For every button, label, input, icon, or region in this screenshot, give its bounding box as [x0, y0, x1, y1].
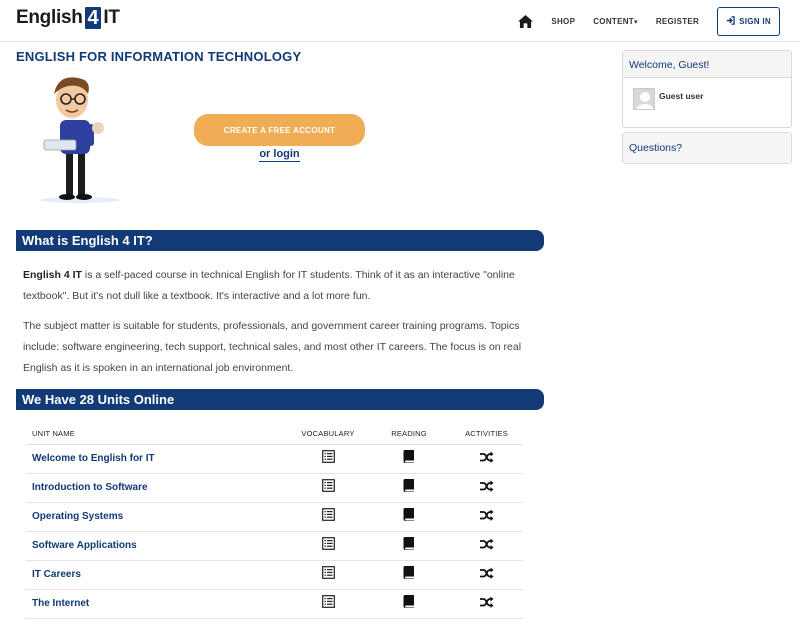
unit-link[interactable]: Software Applications — [32, 540, 137, 551]
reading-book-icon[interactable] — [403, 594, 415, 608]
vocabulary-list-icon[interactable] — [321, 478, 335, 492]
avatar — [633, 88, 655, 110]
site-logo[interactable]: English 4 IT — [16, 7, 120, 29]
unit-name-cell: Welcome to English for IT — [26, 444, 288, 474]
table-row: IT Careers — [26, 560, 523, 590]
mascot-illustration — [38, 72, 128, 204]
reading-cell — [368, 589, 450, 619]
or-login-wrap: or login — [194, 148, 365, 162]
logo-text-4: 4 — [84, 7, 102, 29]
create-account-button[interactable]: CREATE A FREE ACCOUNT — [194, 114, 365, 146]
reading-book-icon[interactable] — [403, 507, 415, 521]
table-row: Welcome to English for IT — [26, 444, 523, 474]
activities-cell — [450, 444, 523, 474]
unit-name-cell: Software Applications — [26, 531, 288, 561]
page-title: ENGLISH FOR INFORMATION TECHNOLOGY — [16, 49, 302, 64]
reading-cell — [368, 502, 450, 532]
unit-link[interactable]: IT Careers — [32, 569, 81, 580]
vocabulary-list-icon[interactable] — [321, 594, 335, 608]
welcome-panel: Welcome, Guest! Guest user — [622, 50, 792, 128]
unit-name-cell: The Internet — [26, 589, 288, 619]
table-row: Introduction to Software — [26, 473, 523, 503]
unit-name-cell: IT Careers — [26, 560, 288, 590]
vocabulary-list-icon[interactable] — [321, 449, 335, 463]
user-name: Guest user — [659, 91, 704, 101]
unit-name-cell: Introduction to Software — [26, 473, 288, 503]
activities-cell — [450, 502, 523, 532]
activities-shuffle-icon[interactable] — [479, 596, 494, 608]
activities-shuffle-icon[interactable] — [479, 480, 494, 492]
reading-cell — [368, 560, 450, 590]
col-reading: READING — [368, 423, 450, 445]
unit-link[interactable]: Introduction to Software — [32, 482, 148, 493]
questions-link[interactable]: Questions? — [623, 133, 791, 163]
units-table-body: Welcome to English for IT Introduction to… — [26, 444, 523, 619]
unit-link[interactable]: Welcome to English for IT — [32, 453, 155, 464]
caret-down-icon: ▾ — [633, 18, 638, 26]
reading-cell — [368, 444, 450, 474]
activities-cell — [450, 531, 523, 561]
main-nav: SHOP CONTENT▾ REGISTER SIGN IN — [517, 6, 780, 36]
vocabulary-cell — [288, 589, 368, 619]
units-heading: We Have 28 Units Online — [16, 389, 544, 410]
reading-book-icon[interactable] — [403, 449, 415, 463]
vocabulary-cell — [288, 560, 368, 590]
user-info: Guest user — [623, 78, 791, 127]
reading-book-icon[interactable] — [403, 565, 415, 579]
vocabulary-cell — [288, 502, 368, 532]
sign-in-label: SIGN IN — [739, 16, 771, 26]
welcome-heading: Welcome, Guest! — [623, 51, 791, 78]
col-activities: ACTIVITIES — [450, 423, 523, 445]
reading-book-icon[interactable] — [403, 536, 415, 550]
top-navbar: English 4 IT SHOP CONTENT▾ REGISTER SIGN I… — [0, 0, 800, 42]
activities-shuffle-icon[interactable] — [479, 567, 494, 579]
unit-link[interactable]: Operating Systems — [32, 511, 123, 522]
subject-paragraph: The subject matter is suitable for stude… — [23, 320, 522, 374]
nav-shop-link[interactable]: SHOP — [551, 17, 575, 26]
logo-text-english: English — [16, 7, 83, 28]
sign-in-icon — [726, 15, 735, 27]
vocabulary-cell — [288, 444, 368, 474]
login-link[interactable]: or login — [259, 148, 300, 162]
table-row: Software Applications — [26, 531, 523, 561]
activities-shuffle-icon[interactable] — [479, 451, 494, 463]
intro-bold-text: English 4 IT — [23, 269, 82, 281]
units-table: UNIT NAME VOCABULARY READING ACTIVITIES … — [26, 423, 523, 619]
reading-book-icon[interactable] — [403, 478, 415, 492]
activities-cell — [450, 589, 523, 619]
activities-shuffle-icon[interactable] — [479, 538, 494, 550]
vocabulary-list-icon[interactable] — [321, 507, 335, 521]
vocabulary-list-icon[interactable] — [321, 565, 335, 579]
reading-cell — [368, 531, 450, 561]
unit-link[interactable]: The Internet — [32, 598, 89, 609]
nav-content-menu[interactable]: CONTENT▾ — [593, 17, 638, 26]
col-unit-name: UNIT NAME — [26, 423, 288, 445]
what-is-heading: What is English 4 IT? — [16, 230, 544, 251]
logo-text-it: IT — [103, 7, 120, 28]
intro-paragraph: English 4 IT is a self-paced course in t… — [23, 265, 538, 307]
questions-panel[interactable]: Questions? — [622, 132, 792, 164]
table-row: Operating Systems — [26, 502, 523, 532]
vocabulary-cell — [288, 531, 368, 561]
intro-rest-text: is a self-paced course in technical Engl… — [23, 269, 515, 302]
nav-content-label: CONTENT — [593, 16, 634, 26]
home-icon[interactable] — [517, 13, 533, 29]
activities-cell — [450, 560, 523, 590]
units-table-header-row: UNIT NAME VOCABULARY READING ACTIVITIES — [26, 423, 523, 445]
unit-name-cell: Operating Systems — [26, 502, 288, 532]
nav-register-link[interactable]: REGISTER — [656, 17, 699, 26]
reading-cell — [368, 473, 450, 503]
sign-in-button[interactable]: SIGN IN — [717, 6, 780, 36]
col-vocabulary: VOCABULARY — [288, 423, 368, 445]
table-row: The Internet — [26, 589, 523, 619]
activities-shuffle-icon[interactable] — [479, 509, 494, 521]
vocabulary-list-icon[interactable] — [321, 536, 335, 550]
activities-cell — [450, 473, 523, 503]
vocabulary-cell — [288, 473, 368, 503]
